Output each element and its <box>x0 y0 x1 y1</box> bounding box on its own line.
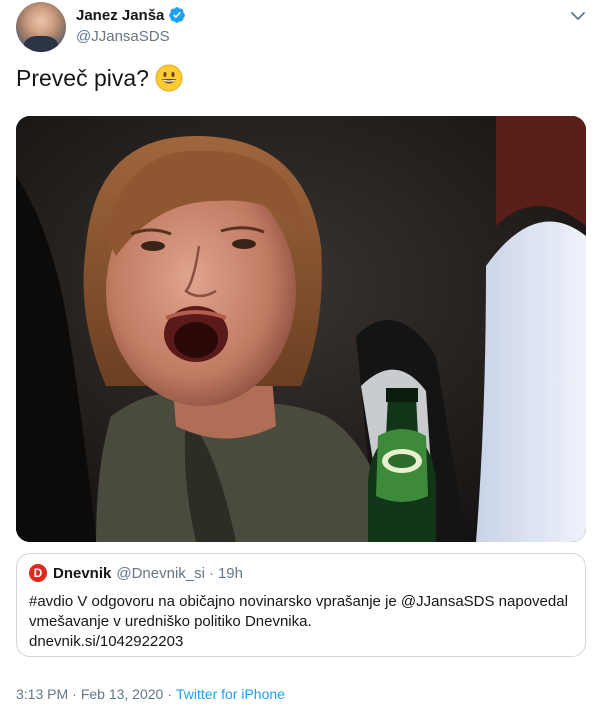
quoted-tweet-header: D Dnevnik @Dnevnik_si · 19h <box>29 564 243 582</box>
quoted-tweet[interactable]: D Dnevnik @Dnevnik_si · 19h #avdio V odg… <box>16 553 586 657</box>
tweet-text-content: Preveč piva? <box>16 64 149 91</box>
tweet-time[interactable]: 3:13 PM <box>16 686 68 702</box>
separator-dot: · <box>167 686 172 702</box>
quoted-author-name: Dnevnik <box>53 564 112 582</box>
quoted-text-body: #avdio V odgovoru na običajno novinarsko… <box>29 593 568 630</box>
tweet-card: Janez Janša @JJansaSDS Preveč piva? D Dn… <box>0 0 610 713</box>
quoted-link: dnevnik.si/1042922203 <box>29 633 184 650</box>
tweet-source-link[interactable]: Twitter for iPhone <box>176 686 285 702</box>
avatar[interactable] <box>16 2 66 52</box>
author-display-name[interactable]: Janez Janša <box>76 7 164 24</box>
author-name-row[interactable]: Janez Janša <box>76 6 186 24</box>
separator-dot: · <box>208 564 214 582</box>
grinning-face-emoji <box>155 64 183 92</box>
chevron-down-icon[interactable] <box>568 6 588 26</box>
author-handle[interactable]: @JJansaSDS <box>76 28 170 45</box>
tweet-text: Preveč piva? <box>16 64 183 92</box>
tweet-footer: 3:13 PM · Feb 13, 2020 · Twitter for iPh… <box>16 686 285 702</box>
tweet-photo[interactable] <box>16 116 586 542</box>
quoted-tweet-text: #avdio V odgovoru na običajno novinarsko… <box>29 592 569 652</box>
photo-illustration <box>16 116 586 542</box>
separator-dot: · <box>72 686 77 702</box>
quoted-author-handle: @Dnevnik_si <box>116 564 205 582</box>
verified-badge-icon <box>169 7 186 23</box>
quoted-timestamp: 19h <box>217 564 243 582</box>
dnevnik-logo-icon: D <box>29 564 47 582</box>
tweet-date[interactable]: Feb 13, 2020 <box>81 686 164 702</box>
